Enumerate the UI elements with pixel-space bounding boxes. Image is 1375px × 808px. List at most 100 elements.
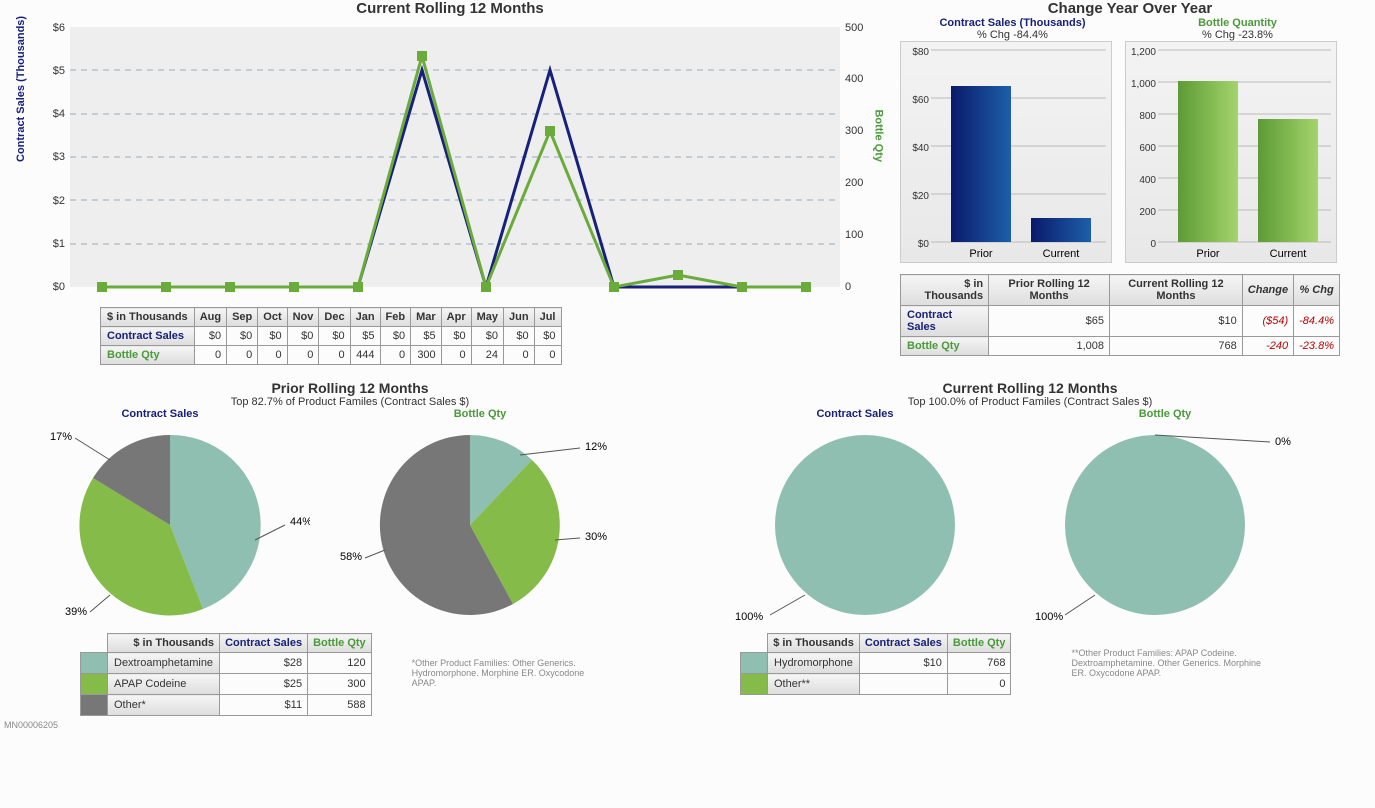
rolling-month: Mar: [411, 308, 442, 327]
prior-note: *Other Product Families: Other Generics.…: [412, 658, 592, 688]
svg-text:58%: 58%: [340, 551, 362, 563]
svg-text:Prior: Prior: [1196, 248, 1220, 260]
row-qty: 768: [947, 653, 1011, 674]
rolling-month: Feb: [380, 308, 411, 327]
svg-text:1,200: 1,200: [1131, 47, 1156, 58]
svg-text:Prior: Prior: [969, 248, 993, 260]
yoy-sales-title: Contract Sales (Thousands): [900, 17, 1125, 29]
prior-th2: Bottle Qty: [308, 634, 372, 653]
swatch-icon: [741, 653, 768, 674]
row-qty: 0: [947, 674, 1011, 695]
svg-text:17%: 17%: [50, 431, 72, 443]
svg-text:100: 100: [845, 229, 863, 241]
rolling-sales-cell: $0: [227, 327, 258, 346]
table-row: APAP Codeine $25 300: [81, 674, 372, 695]
table-row: Dextroamphetamine $28 120: [81, 653, 372, 674]
svg-text:1,000: 1,000: [1131, 79, 1156, 90]
rolling-qty-cell: 0: [287, 346, 319, 365]
rolling-qty-cell: 0: [227, 346, 258, 365]
rolling-sales-cell: $0: [287, 327, 319, 346]
curr-note: **Other Product Families: APAP Codeine. …: [1071, 648, 1271, 678]
yoy-qty-sub: % Chg -23.8%: [1125, 29, 1350, 41]
yoy-qty-pct: -23.8%: [1294, 337, 1340, 356]
rolling-qty-cell: 0: [319, 346, 350, 365]
row-qty: 300: [308, 674, 372, 695]
rolling-sales-cell: $0: [258, 327, 287, 346]
row-sales: $11: [220, 695, 308, 716]
svg-text:$60: $60: [912, 95, 929, 106]
svg-text:$0: $0: [53, 281, 65, 293]
yaxis-right-label: Bottle Qty: [873, 109, 885, 162]
curr-qty-pie: 100% 0%: [1015, 420, 1315, 630]
svg-text:Current: Current: [1270, 248, 1307, 260]
row-name: APAP Codeine: [108, 674, 220, 695]
rolling-sales-cell: $0: [319, 327, 350, 346]
svg-text:400: 400: [1139, 175, 1156, 186]
yoy-th2: Current Rolling 12 Months: [1110, 275, 1243, 306]
svg-text:$5: $5: [53, 65, 65, 77]
yoy-qty-change: -240: [1242, 337, 1293, 356]
table-row: Hydromorphone $10 768: [741, 653, 1011, 674]
prior-sales-pie-title: Contract Sales: [0, 408, 320, 420]
svg-text:$40: $40: [912, 143, 929, 154]
rolling-month: Dec: [319, 308, 350, 327]
svg-text:100%: 100%: [735, 611, 763, 623]
svg-text:500: 500: [845, 22, 863, 34]
rolling-month: Jun: [504, 308, 535, 327]
row-sales: $25: [220, 674, 308, 695]
prior-pie-table: $ in Thousands Contract Sales Bottle Qty…: [80, 633, 372, 716]
rolling-qty-cell: 300: [411, 346, 442, 365]
rolling-qty-cell: 0: [258, 346, 287, 365]
svg-text:$20: $20: [912, 191, 929, 202]
swatch-icon: [81, 653, 108, 674]
rolling-month: Sep: [227, 308, 258, 327]
yoy-table: $ in Thousands Prior Rolling 12 Months C…: [900, 274, 1340, 356]
rolling-month: May: [471, 308, 503, 327]
yoy-title: Change Year Over Year: [900, 0, 1360, 17]
rolling-title: Current Rolling 12 Months: [0, 0, 900, 17]
footer-id: MN00006205: [4, 720, 1375, 730]
rolling-qty-cell: 444: [350, 346, 380, 365]
yoy-sales-bar: $0$20$40$60$80 Prior Current: [900, 41, 1112, 263]
rolling-qty-cell: 0: [504, 346, 535, 365]
rolling-month: Apr: [441, 308, 471, 327]
rolling-sales-cell: $0: [380, 327, 411, 346]
prior-qty-pie-title: Bottle Qty: [320, 408, 640, 420]
prior-pie-sub: Top 82.7% of Product Familes (Contract S…: [0, 396, 700, 408]
prior-pie-title: Prior Rolling 12 Months: [0, 380, 700, 396]
rolling-qty-cell: 0: [441, 346, 471, 365]
svg-text:44%: 44%: [290, 516, 310, 528]
rolling-sales-cell: $0: [194, 327, 226, 346]
yoy-sales-change: ($54): [1242, 306, 1293, 337]
row-sales: $28: [220, 653, 308, 674]
svg-text:0%: 0%: [1275, 436, 1291, 448]
rolling-qty-cell: 0: [194, 346, 226, 365]
svg-text:12%: 12%: [585, 441, 607, 453]
svg-text:$2: $2: [53, 195, 65, 207]
rolling-row-sales-label: Contract Sales: [101, 327, 195, 346]
rolling-data-table: $ in ThousandsAugSepOctNovDecJanFebMarAp…: [100, 307, 562, 365]
yoy-qty-current: 768: [1110, 337, 1243, 356]
row-name: Other*: [108, 695, 220, 716]
swatch-icon: [741, 674, 768, 695]
svg-text:Current: Current: [1043, 248, 1080, 260]
prior-qty-pie: 12% 30% 58%: [330, 420, 630, 630]
table-row: Other* $11 588: [81, 695, 372, 716]
yoy-qty-prior: 1,008: [989, 337, 1110, 356]
svg-text:$0: $0: [918, 239, 930, 250]
svg-text:400: 400: [845, 73, 863, 85]
curr-pie-title: Current Rolling 12 Months: [700, 380, 1360, 396]
curr-th2: Bottle Qty: [947, 634, 1011, 653]
rolling-qty-cell: 24: [471, 346, 503, 365]
prior-th0: $ in Thousands: [108, 634, 220, 653]
swatch-icon: [81, 674, 108, 695]
rolling-sales-cell: $5: [411, 327, 442, 346]
svg-text:100%: 100%: [1035, 611, 1063, 623]
rolling-row-qty-label: Bottle Qty: [101, 346, 195, 365]
row-name: Other**: [768, 674, 860, 695]
svg-text:200: 200: [1139, 207, 1156, 218]
svg-text:200: 200: [845, 177, 863, 189]
curr-sales-pie-title: Contract Sales: [700, 408, 1010, 420]
prior-th1: Contract Sales: [220, 634, 308, 653]
rolling-month: Aug: [194, 308, 226, 327]
